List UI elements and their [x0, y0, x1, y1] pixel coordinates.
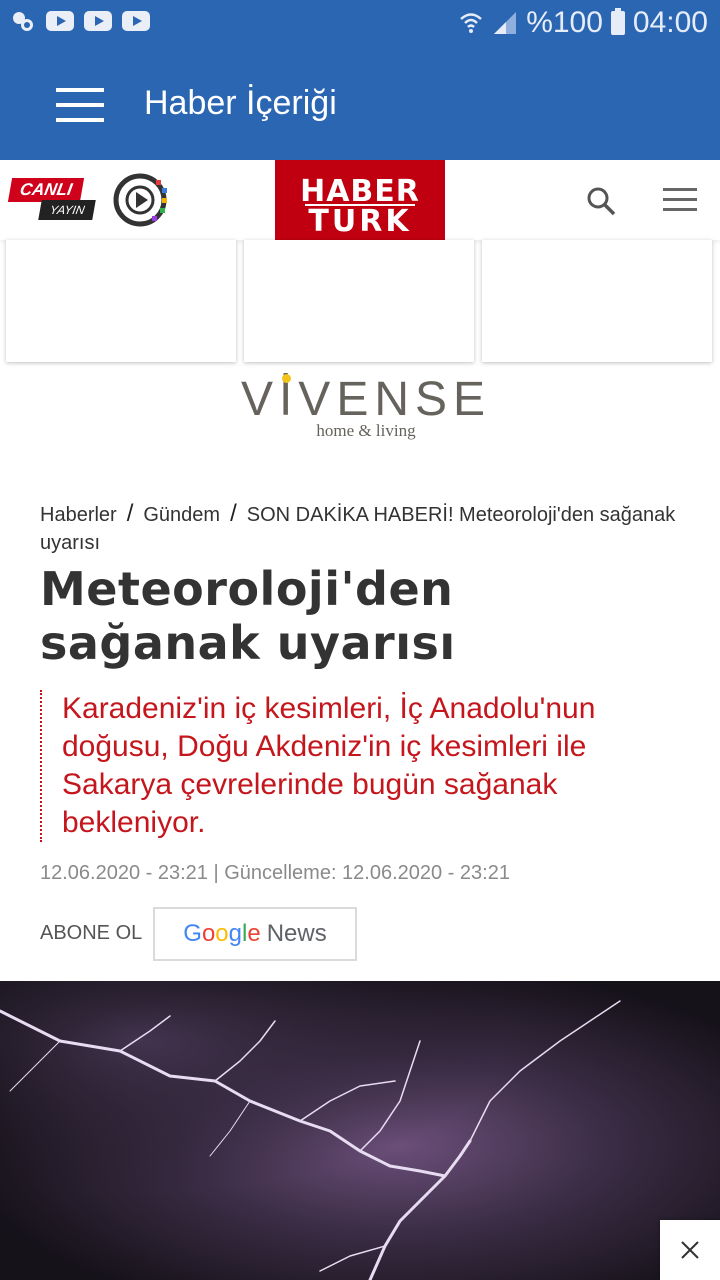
signal-icon	[494, 12, 517, 34]
ad-cards	[0, 240, 720, 364]
search-icon[interactable]	[584, 184, 618, 218]
article-headline: Meteoroloji'den sağanak uyarısı	[40, 562, 456, 670]
haberturk-logo[interactable]: HABER TURK	[275, 160, 445, 250]
lightning-image	[0, 981, 720, 1280]
breadcrumb: Haberler / Gündem / SON DAKİKA HABERİ! Meteo…	[40, 500, 676, 554]
breadcrumb-item[interactable]: Gündem	[143, 504, 220, 526]
article-spot: Karadeniz'in iç kesimleri, İç Anadolu'nu…	[40, 690, 680, 842]
youtube-icon	[46, 11, 74, 31]
notification-icon	[13, 12, 33, 31]
article-dates: 12.06.2020 - 23:21 | Güncelleme: 12.06.2…	[40, 862, 510, 884]
app-bar: Haber İçeriği	[0, 48, 720, 160]
clock: 04:00	[632, 6, 708, 39]
article-image	[0, 981, 720, 1280]
logo-dot-icon	[282, 374, 291, 383]
breadcrumb-current: SON DAKİKA HABERİ! Meteoroloji'den sağan…	[40, 504, 676, 554]
google-news-button[interactable]: Google News	[153, 907, 357, 961]
video-play-icon[interactable]	[112, 172, 168, 228]
app-title: Haber İçeriği	[144, 84, 337, 122]
drawer-menu-icon[interactable]	[56, 88, 104, 122]
vivense-ad[interactable]: VİVENSE home & living	[236, 372, 496, 452]
logo-line2: TURK	[308, 204, 412, 239]
close-ad-button[interactable]	[660, 1220, 720, 1280]
ad-brand: VİVENSE	[240, 373, 492, 426]
wifi-icon	[460, 13, 483, 33]
battery-icon	[610, 8, 625, 35]
youtube-icon	[122, 11, 150, 31]
ad-card[interactable]	[482, 240, 712, 362]
site-header: CANLI YAYIN HABER TURK	[0, 160, 720, 250]
broadcast-label: YAYIN	[38, 200, 97, 220]
ad-card[interactable]	[244, 240, 474, 362]
youtube-icon	[84, 11, 112, 31]
live-broadcast-button[interactable]: CANLI YAYIN	[7, 178, 100, 222]
battery-percent: %100	[526, 6, 603, 39]
live-label: CANLI	[7, 178, 85, 202]
status-bar: %100 04:00	[0, 0, 720, 48]
site-menu-icon[interactable]	[663, 188, 697, 212]
breadcrumb-item[interactable]: Haberler	[40, 504, 117, 526]
subscribe-label: ABONE OL	[40, 922, 143, 944]
notification-icons	[10, 10, 150, 32]
ad-card[interactable]	[6, 240, 236, 362]
close-icon	[681, 1241, 699, 1259]
google-news-label: News	[266, 920, 327, 947]
